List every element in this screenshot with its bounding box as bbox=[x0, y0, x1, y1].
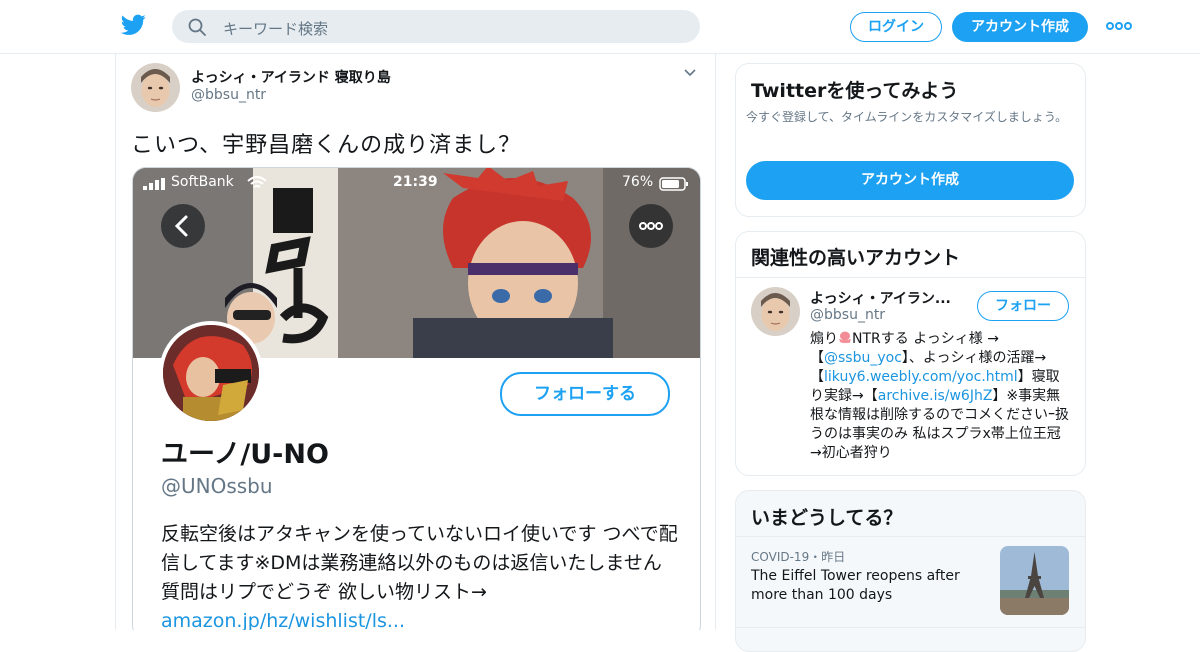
tweet-text: こいつ、宇野昌磨くんの成り済まし？ bbox=[131, 133, 522, 158]
author-name[interactable]: よっシィ・アイランド 寝取り島 bbox=[191, 67, 391, 87]
signal-icon bbox=[143, 178, 165, 190]
battery-icon bbox=[659, 177, 688, 191]
search-placeholder: キーワード検索 bbox=[223, 20, 329, 38]
divider bbox=[736, 627, 1085, 628]
top-navigation-bar: キーワード検索 ログイン アカウント作成 bbox=[0, 0, 1200, 54]
trends-title: いまどうしてる？ bbox=[751, 507, 903, 529]
ellipsis-icon bbox=[639, 222, 663, 230]
profile-handle: @UNOssbu bbox=[161, 474, 273, 498]
back-arrow-icon bbox=[174, 215, 188, 237]
profile-bio: 反転空後はアタキャンを使っていないロイ使いです つべで配信してます※DMは業務連… bbox=[161, 520, 681, 630]
related-account-name[interactable]: よっシィ・アイラン... bbox=[810, 288, 951, 308]
profile-avatar bbox=[159, 321, 263, 425]
related-account-bio: 煽り NTRする よっシィ様 →【@ssbu_yoc】、よっシィ様の活躍→【lik… bbox=[810, 330, 1072, 463]
trend-headline[interactable]: The Eiffel Tower reopens after more than… bbox=[751, 567, 996, 605]
related-accounts-card: 関連性の高いアカウント よっシィ・アイラン... @bbsu_ntr フォロー … bbox=[735, 231, 1086, 476]
trend-thumbnail[interactable] bbox=[1000, 546, 1069, 615]
back-button[interactable] bbox=[161, 204, 205, 248]
chevron-down-icon[interactable] bbox=[682, 67, 698, 79]
trends-card: いまどうしてる？ COVID-19・昨日 The Eiffel Tower re… bbox=[735, 490, 1086, 652]
signup-button[interactable]: アカウント作成 bbox=[952, 12, 1088, 42]
signup-card-title: Twitterを使ってみよう bbox=[751, 80, 959, 102]
tweet-media-image[interactable]: SoftBank 21:39 76% フォローする ユーノ/U-NO @UNOs… bbox=[132, 167, 701, 630]
author-handle[interactable]: @bbsu_ntr bbox=[191, 87, 266, 103]
divider bbox=[736, 277, 1085, 278]
status-time: 21:39 bbox=[393, 174, 438, 190]
phone-status-bar: SoftBank 21:39 76% bbox=[133, 168, 700, 200]
status-battery: 76% bbox=[622, 174, 654, 190]
search-input[interactable]: キーワード検索 bbox=[172, 10, 700, 43]
bio-text: 煽り bbox=[810, 331, 838, 347]
divider bbox=[736, 536, 1085, 537]
bio-link-mention[interactable]: @ssbu_yoc bbox=[824, 350, 902, 366]
login-button[interactable]: ログイン bbox=[850, 12, 942, 42]
signup-card-description: 今すぐ登録して、タイムラインをカスタマイズしましょう。 bbox=[746, 110, 1068, 124]
status-carrier: SoftBank bbox=[171, 174, 234, 190]
twitter-bird-icon[interactable] bbox=[121, 14, 146, 36]
profile-name: ユーノ/U-NO bbox=[161, 439, 329, 470]
tweet-card: よっシィ・アイランド 寝取り島 @bbsu_ntr こいつ、宇野昌磨くんの成り済… bbox=[115, 53, 716, 630]
profile-follow-button: フォローする bbox=[500, 372, 670, 416]
octopus-emoji-icon bbox=[839, 331, 851, 344]
related-account-handle[interactable]: @bbsu_ntr bbox=[810, 307, 885, 323]
search-icon bbox=[188, 18, 206, 36]
wifi-icon bbox=[247, 176, 267, 188]
trend-meta: COVID-19・昨日 bbox=[751, 550, 846, 564]
related-account-avatar[interactable] bbox=[751, 287, 800, 336]
profile-bio-text: 反転空後はアタキャンを使っていないロイ使いです つべで配信してます※DMは業務連… bbox=[161, 523, 678, 603]
more-dots-icon[interactable] bbox=[1106, 20, 1132, 32]
related-follow-button[interactable]: フォロー bbox=[977, 291, 1069, 321]
profile-bio-link: amazon.jp/hz/wishlist/ls... bbox=[161, 610, 405, 630]
signup-card: Twitterを使ってみよう 今すぐ登録して、タイムラインをカスタマイズしましょ… bbox=[735, 63, 1086, 217]
author-avatar[interactable] bbox=[131, 63, 180, 112]
bio-link-website[interactable]: likuy6.weebly.com/yoc.html bbox=[824, 369, 1018, 385]
signup-card-button[interactable]: アカウント作成 bbox=[746, 161, 1074, 200]
bio-link-archive[interactable]: archive.is/w6JhZ bbox=[878, 388, 993, 404]
more-options-button[interactable] bbox=[629, 204, 673, 248]
related-accounts-title: 関連性の高いアカウント bbox=[751, 247, 961, 269]
